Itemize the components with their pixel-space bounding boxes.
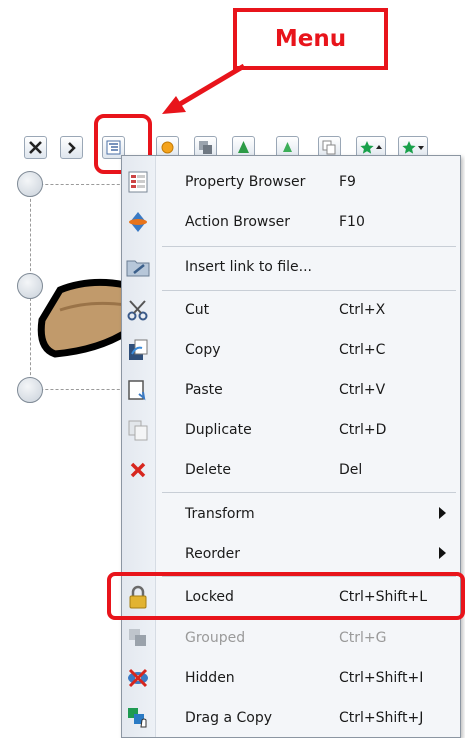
menu-separator bbox=[162, 492, 456, 493]
group-icon bbox=[129, 629, 146, 646]
submenu-arrow-icon bbox=[439, 507, 446, 519]
menu-item-transform[interactable]: Transform bbox=[122, 494, 460, 534]
folder-link-icon bbox=[126, 260, 150, 277]
delete-x-icon bbox=[130, 462, 146, 478]
menu-item-hidden[interactable]: Hidden Ctrl+Shift+I bbox=[122, 658, 460, 698]
property-browser-icon bbox=[128, 171, 148, 193]
context-menu: Property Browser F9 Action Browser F10 I… bbox=[121, 155, 461, 738]
drag-copy-icon bbox=[128, 708, 147, 728]
resize-handle-bottom[interactable] bbox=[17, 377, 43, 403]
resize-handle-middle[interactable] bbox=[17, 273, 43, 299]
menu-item-drag-copy[interactable]: Drag a Copy Ctrl+Shift+J bbox=[122, 698, 460, 738]
menu-item-insert-link[interactable]: Insert link to file... bbox=[122, 247, 460, 287]
arrow-icon[interactable] bbox=[60, 136, 83, 159]
submenu-arrow-icon bbox=[439, 547, 446, 559]
locked-item-highlight bbox=[107, 572, 465, 620]
scissors-icon bbox=[127, 300, 148, 321]
menu-item-copy[interactable]: Copy Ctrl+C bbox=[122, 330, 460, 370]
menu-callout: Menu bbox=[233, 8, 388, 70]
fit-icon[interactable] bbox=[24, 136, 47, 159]
menu-item-delete[interactable]: Delete Del bbox=[122, 450, 460, 490]
menu-item-cut[interactable]: Cut Ctrl+X bbox=[122, 290, 460, 330]
menu-item-reorder[interactable]: Reorder bbox=[122, 534, 460, 574]
menu-item-action-browser[interactable]: Action Browser F10 bbox=[122, 202, 460, 242]
copy-icon bbox=[129, 339, 148, 360]
resize-handle-top[interactable] bbox=[17, 171, 43, 197]
paste-icon bbox=[128, 380, 146, 401]
duplicate-icon bbox=[128, 420, 148, 441]
menu-item-grouped[interactable]: Grouped Ctrl+G bbox=[122, 618, 460, 658]
menu-item-property-browser[interactable]: Property Browser F9 bbox=[122, 162, 460, 202]
action-browser-icon bbox=[129, 212, 147, 232]
menu-item-paste[interactable]: Paste Ctrl+V bbox=[122, 370, 460, 410]
menu-callout-label: Menu bbox=[274, 26, 347, 52]
menu-item-duplicate[interactable]: Duplicate Ctrl+D bbox=[122, 410, 460, 450]
hidden-eye-icon bbox=[128, 668, 148, 688]
